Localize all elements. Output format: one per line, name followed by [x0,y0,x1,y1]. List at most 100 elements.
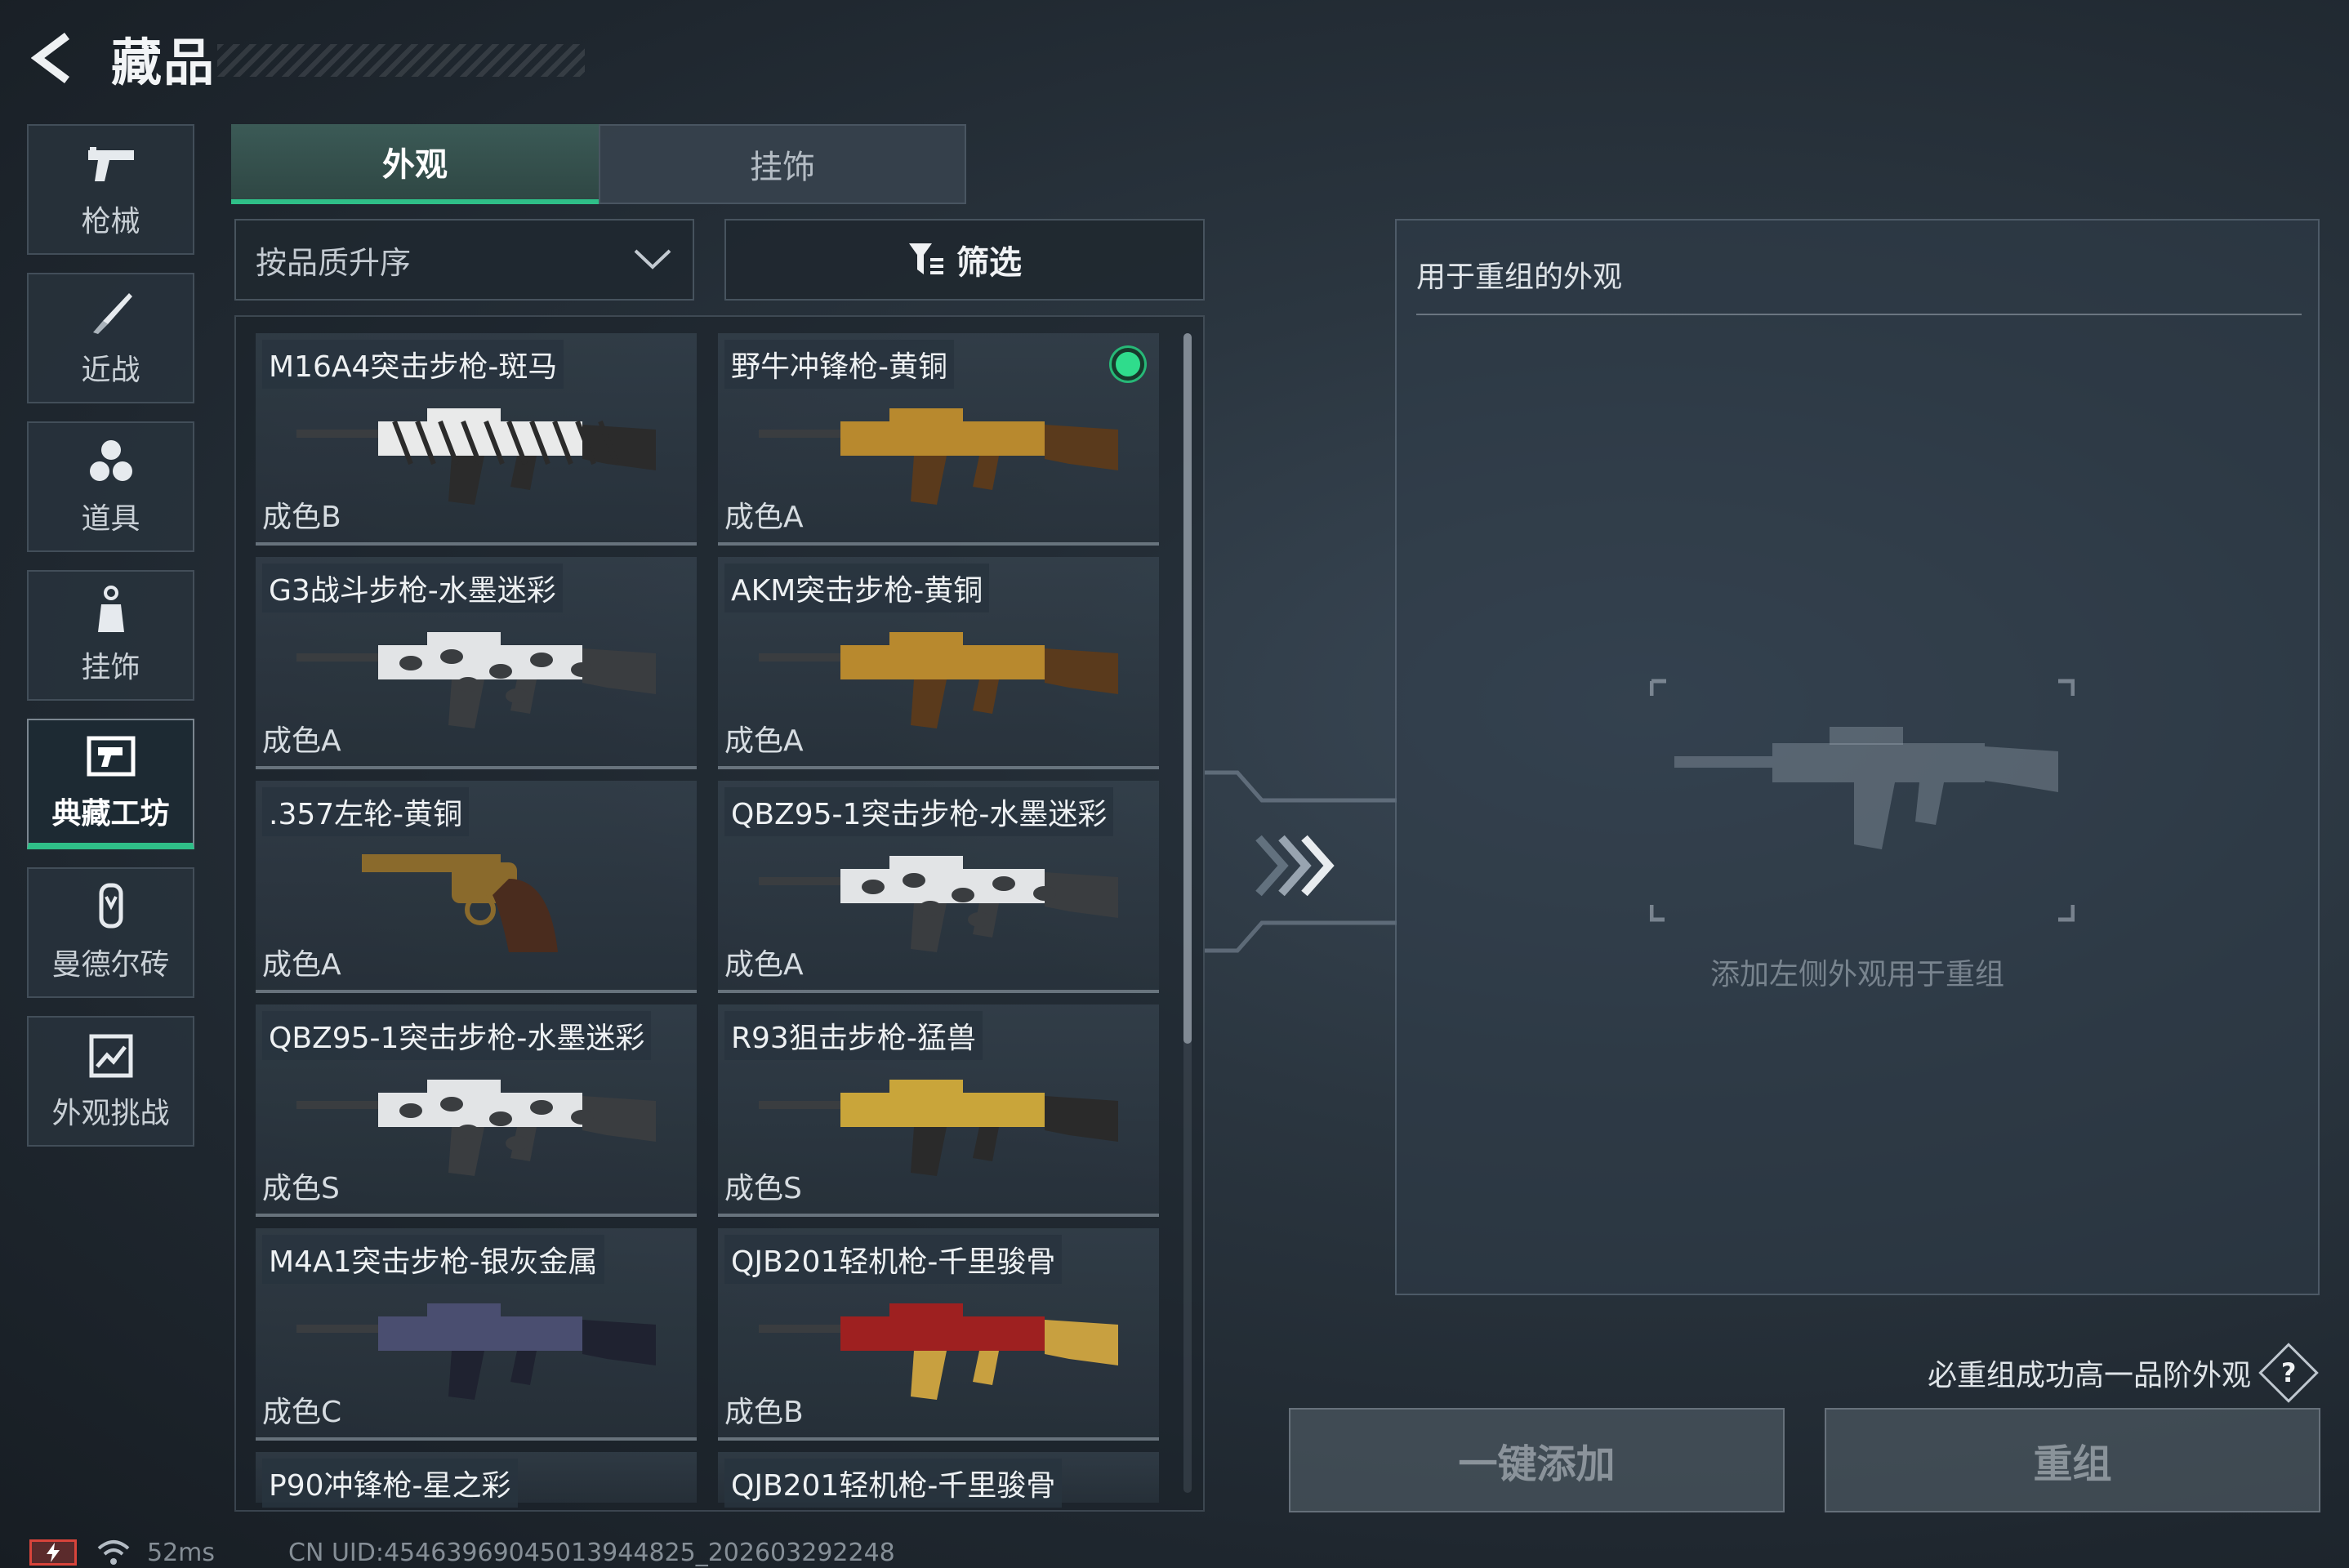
sidebar-label: 枪械 [81,205,140,238]
skin-name: QBZ95-1突击步枪-水墨迷彩 [724,787,1114,836]
sidebar-item-charms[interactable]: 挂饰 [27,570,194,701]
skin-grade: 成色A [724,501,804,534]
sidebar-item-mandel-brick[interactable]: 曼德尔砖 [27,867,194,998]
status-bar: 52ms CN UID:45463969045013944825_2026032… [29,1537,895,1568]
weapon-skin-image [759,1303,1118,1400]
rifle-silhouette-icon [1650,679,2075,922]
header: 藏品 [29,29,585,92]
wifi-icon [97,1540,130,1565]
ping-value: 52ms [147,1538,216,1567]
skin-grade: 成色B [262,501,341,534]
selected-indicator-icon [1112,348,1144,381]
recombine-button[interactable]: 重组 [1825,1408,2320,1512]
sidebar-label: 近战 [81,354,140,387]
sidebar-label: 道具 [81,502,140,536]
skin-grid-panel: M16A4突击步枪-斑马 成色B 野牛冲锋枪-黄铜 成色A G3战斗步枪-水墨迷… [234,315,1205,1512]
challenge-icon [89,1031,133,1081]
skin-name: QJB201轻机枪-千里骏骨 [724,1235,1063,1284]
skin-card[interactable]: M16A4突击步枪-斑马 成色B [256,333,697,546]
filter-icon [909,243,943,274]
brick-icon [95,882,127,933]
skin-name: G3战斗步枪-水墨迷彩 [262,564,563,612]
skin-name: .357左轮-黄铜 [262,787,470,836]
skin-card[interactable]: G3战斗步枪-水墨迷彩 成色A [256,557,697,769]
user-uid: CN UID:45463969045013944825_202603292248 [288,1538,895,1567]
scroll-thumb[interactable] [1183,333,1192,1044]
recombine-panel: 用于重组的外观 添加左侧外观用于重组 [1395,219,2320,1295]
revolver-image [362,854,558,952]
sidebar-label: 外观挑战 [51,1097,170,1130]
skin-grade: 成色S [724,1172,802,1205]
skin-grade: 成色B [724,1396,804,1429]
battery-charging-icon [29,1539,77,1566]
weapon-skin-image [759,856,1118,952]
add-all-button[interactable]: 一键添加 [1289,1408,1785,1512]
sidebar-item-guns[interactable]: 枪械 [27,124,194,255]
workshop-icon [87,731,136,782]
filter-label: 筛选 [956,244,1022,282]
pistol-icon [85,139,137,189]
skin-name: M16A4突击步枪-斑马 [262,340,564,389]
weapon-skin-image [296,1303,656,1400]
skin-grade: 成色C [262,1396,342,1429]
sidebar-label: 曼德尔砖 [51,948,170,982]
skin-card[interactable]: QBZ95-1突击步枪-水墨迷彩 成色A [718,781,1159,993]
skin-card[interactable]: AKM突击步枪-黄铜 成色A [718,557,1159,769]
skin-grade: 成色A [262,724,341,758]
knife-icon [87,287,136,338]
sidebar-item-skin-challenge[interactable]: 外观挑战 [27,1016,194,1147]
sidebar-item-workshop[interactable]: 典藏工坊 [27,719,194,849]
grenades-icon [85,436,137,487]
tab-appearance[interactable]: 外观 [231,124,599,204]
recombine-panel-title: 用于重组的外观 [1416,261,1623,294]
skin-card[interactable]: QBZ95-1突击步枪-水墨迷彩 成色S [256,1004,697,1217]
sidebar-label: 典藏工坊 [51,797,170,831]
skin-name: M4A1突击步枪-银灰金属 [262,1235,604,1284]
hint-text: 必重组成功高一品阶外观 [1928,1359,2252,1392]
skin-card[interactable]: .357左轮-黄铜 成色A [256,781,697,993]
charm-icon [95,585,127,635]
weapon-skin-image [759,1080,1118,1176]
skin-grade: 成色A [262,948,341,982]
skin-card[interactable]: R93狙击步枪-猛兽 成色S [718,1004,1159,1217]
divider [1416,314,2302,315]
skin-grade: 成色S [262,1172,340,1205]
skin-card[interactable]: M4A1突击步枪-银灰金属 成色C [256,1228,697,1441]
sidebar-item-melee[interactable]: 近战 [27,273,194,403]
skin-grid: M16A4突击步枪-斑马 成色B 野牛冲锋枪-黄铜 成色A G3战斗步枪-水墨迷… [256,333,1188,1508]
skin-name: AKM突击步枪-黄铜 [724,564,990,612]
recombine-hint: 必重组成功高一品阶外观 ? [1928,1343,2319,1403]
skin-name: 野牛冲锋枪-黄铜 [724,340,954,389]
weapon-skin-image [759,632,1118,728]
skin-grade: 成色A [724,724,804,758]
weapon-skin-image [296,408,656,505]
tab-charms[interactable]: 挂饰 [599,124,966,204]
skin-name: QJB201轻机枪-千里骏骨 [724,1459,1063,1508]
filter-button[interactable]: 筛选 [724,219,1205,301]
skin-grade: 成色A [724,948,804,982]
recombine-placeholder-text: 添加左侧外观用于重组 [1709,958,2004,991]
category-sidebar: 枪械 近战 道具 挂饰 典藏工坊 曼德尔砖 外观挑战 [27,124,194,1165]
weapon-skin-image [296,632,656,728]
weapon-skin-image [296,1080,656,1176]
skin-card[interactable]: QJB201轻机枪-千里骏骨 成色B [718,1228,1159,1441]
skin-name: R93狙击步枪-猛兽 [724,1011,983,1060]
scrollbar[interactable] [1183,333,1192,1493]
header-decoration [217,44,585,77]
sidebar-label: 挂饰 [81,651,140,684]
help-icon[interactable]: ? [2258,1343,2319,1403]
skin-card[interactable]: QJB201轻机枪-千里骏骨 [718,1452,1159,1508]
sidebar-item-items[interactable]: 道具 [27,421,194,552]
sort-dropdown[interactable]: 按品质升序 [234,219,694,301]
skin-card[interactable]: 野牛冲锋枪-黄铜 成色A [718,333,1159,546]
weapon-skin-image [759,408,1118,505]
skin-card[interactable]: P90冲锋枪-星之彩 [256,1452,697,1508]
tab-bar: 外观 挂饰 [231,124,966,204]
back-arrow-icon[interactable] [29,29,78,87]
sort-label: 按品质升序 [256,244,412,281]
double-chevron-right-icon [1255,835,1335,897]
skin-name: P90冲锋枪-星之彩 [262,1459,518,1508]
chevron-down-icon [634,249,671,270]
page-title: 藏品 [111,33,216,92]
skin-name: QBZ95-1突击步枪-水墨迷彩 [262,1011,652,1060]
